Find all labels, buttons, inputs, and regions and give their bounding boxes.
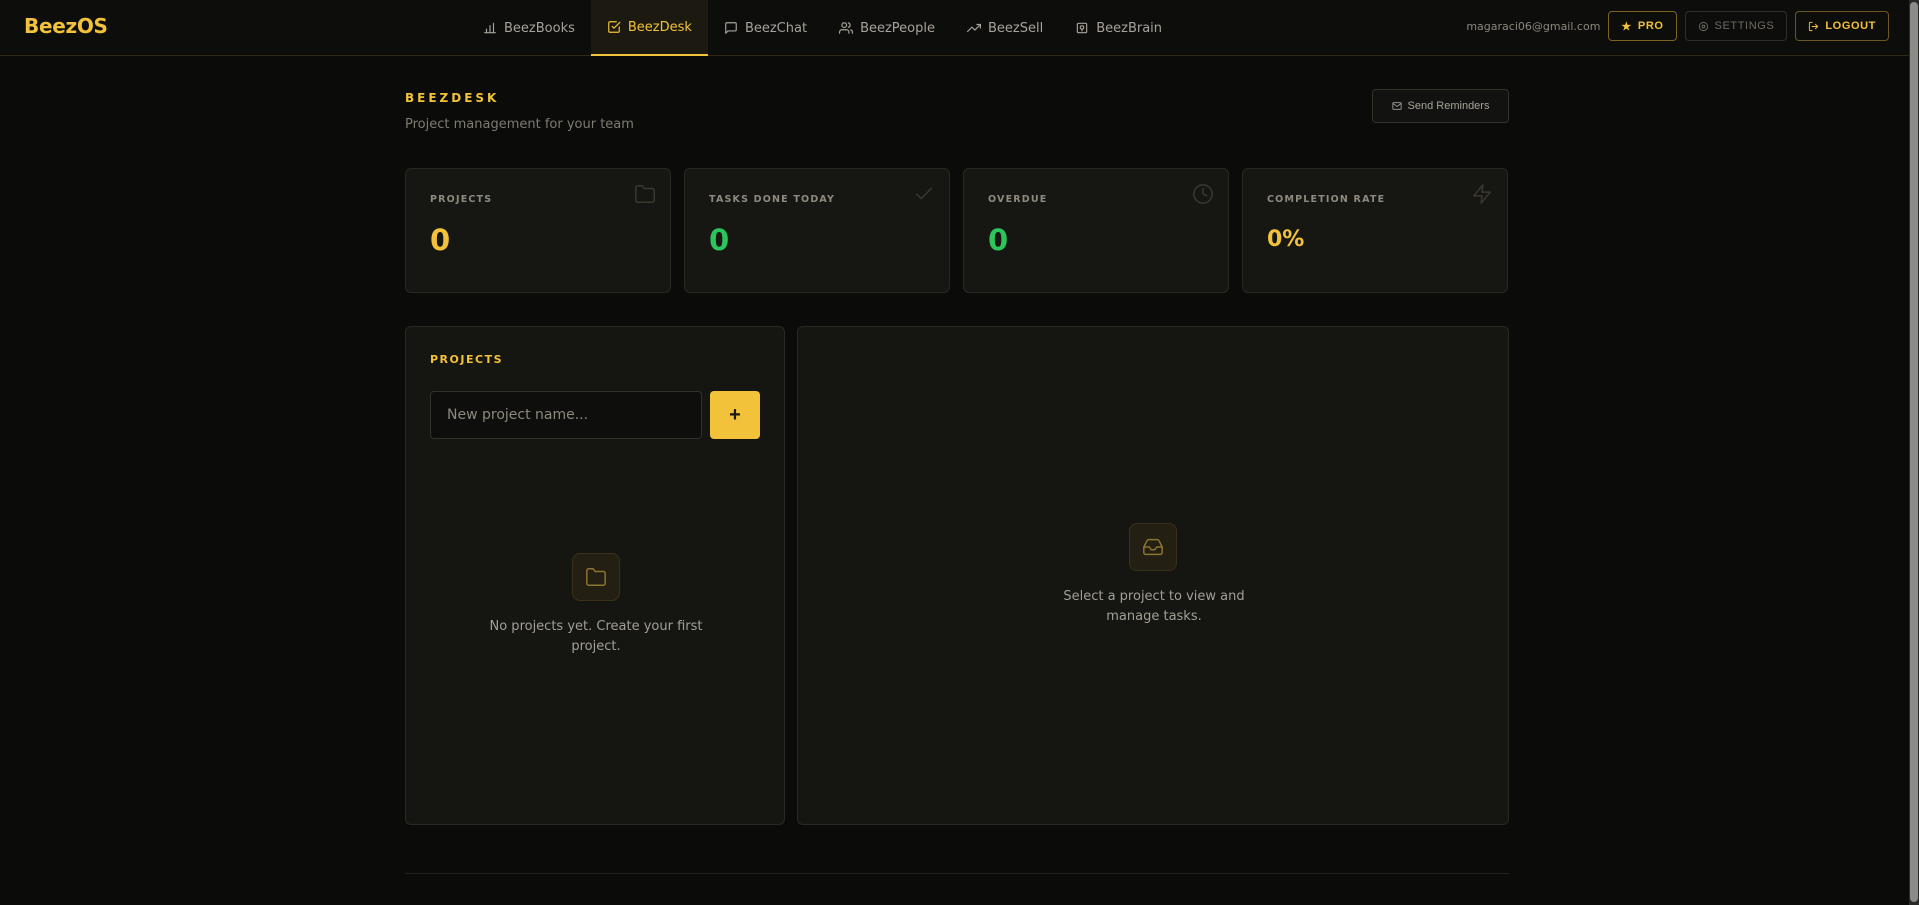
main-nav: BeezBooks BeezDesk BeezChat BeezPeople B… (467, 0, 1178, 56)
check-square-icon (608, 21, 621, 33)
stat-card-completion-rate: COMPLETION RATE 0% (1242, 168, 1508, 293)
tasks-empty-line: Select a project to view and (1063, 589, 1245, 604)
footer-divider (405, 873, 1509, 874)
logout-icon (1809, 21, 1819, 31)
scrollbar[interactable] (1909, 0, 1919, 905)
star-icon: ★ (1621, 20, 1632, 33)
gear-icon (1698, 21, 1708, 31)
pro-button[interactable]: ★ PRO (1608, 11, 1677, 41)
nav-item-beezbooks[interactable]: BeezBooks (467, 0, 591, 56)
stat-value: 0% (1267, 227, 1305, 252)
users-icon (839, 22, 854, 34)
projects-empty-message: No projects yet. Create your first proje… (446, 617, 746, 657)
stat-card-tasks-done-today: TASKS DONE TODAY 0 (684, 168, 950, 293)
inbox-icon (1129, 523, 1177, 571)
scrollbar-thumb[interactable] (1910, 2, 1918, 902)
tasks-empty-line: manage tasks. (1106, 609, 1202, 624)
trending-up-icon (967, 23, 981, 33)
send-reminders-label: Send Reminders (1407, 100, 1490, 112)
logout-label: LOGOUT (1825, 20, 1876, 32)
nav-item-label: BeezSell (988, 20, 1044, 36)
message-icon (725, 22, 737, 34)
nav-item-label: BeezPeople (860, 20, 935, 36)
nav-item-beezdesk[interactable]: BeezDesk (590, 0, 708, 56)
nav-item-beezpeople[interactable]: BeezPeople (823, 0, 951, 56)
projects-empty-line: project. (571, 639, 621, 654)
zap-icon (1471, 183, 1493, 205)
nav-item-beezsell[interactable]: BeezSell (951, 0, 1059, 56)
logout-button[interactable]: LOGOUT (1795, 11, 1889, 41)
app-frame: BeezOS BeezBooks BeezDesk BeezChat BeezP… (0, 0, 1919, 905)
brain-icon (1076, 22, 1088, 34)
stat-label: PROJECTS (430, 194, 493, 205)
projects-panel-title: PROJECTS (430, 353, 503, 366)
projects-panel: PROJECTS + No projects yet. Create your … (405, 326, 785, 825)
mail-icon (1391, 102, 1402, 110)
folder-icon (634, 183, 656, 205)
nav-item-label: BeezBrain (1096, 20, 1163, 36)
pro-label: PRO (1637, 20, 1664, 32)
folder-icon (572, 553, 620, 601)
user-email: magaraci06@gmail.com (1466, 19, 1601, 33)
nav-item-label: BeezDesk (627, 19, 692, 35)
stat-card-overdue: OVERDUE 0 (963, 168, 1229, 293)
stat-value: 0 (988, 223, 1009, 257)
clock-icon (1192, 183, 1214, 205)
send-reminders-button[interactable]: Send Reminders (1372, 89, 1509, 123)
nav-item-beezchat[interactable]: BeezChat (708, 0, 823, 56)
projects-empty-line: No projects yet. Create your first (489, 619, 703, 634)
page-subtitle: Project management for your team (405, 117, 634, 132)
stat-value: 0 (430, 223, 451, 257)
add-project-button[interactable]: + (710, 391, 760, 439)
tasks-empty-message: Select a project to view and manage task… (1004, 587, 1304, 627)
nav-item-label: BeezBooks (504, 20, 575, 36)
stat-value: 0 (709, 223, 730, 257)
nav-item-beezbrain[interactable]: BeezBrain (1059, 0, 1178, 56)
tasks-panel: Select a project to view and manage task… (797, 326, 1509, 825)
top-bar: BeezOS BeezBooks BeezDesk BeezChat BeezP… (0, 0, 1919, 56)
nav-item-label: BeezChat (744, 20, 808, 36)
settings-label: SETTINGS (1714, 20, 1775, 32)
new-project-input[interactable] (430, 391, 702, 439)
bar-chart-icon (484, 22, 496, 34)
page-title: BEEZDESK (405, 91, 500, 105)
stat-label: OVERDUE (988, 194, 1048, 205)
app-logo[interactable]: BeezOS (24, 14, 108, 38)
stat-label: COMPLETION RATE (1267, 194, 1386, 205)
stat-card-projects: PROJECTS 0 (405, 168, 671, 293)
check-icon (913, 183, 935, 205)
settings-button[interactable]: SETTINGS (1684, 11, 1788, 41)
account-tools: magaraci06@gmail.com ★ PRO SETTINGS LOGO… (1466, 11, 1889, 41)
stat-label: TASKS DONE TODAY (709, 194, 836, 205)
